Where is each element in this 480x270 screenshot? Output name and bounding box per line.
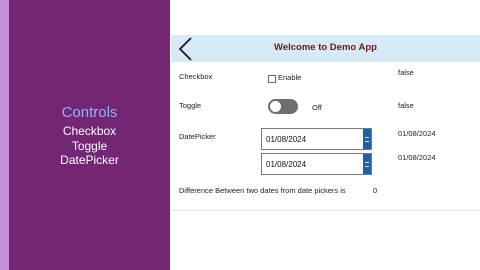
calendar-icon[interactable] — [363, 129, 371, 149]
slide-topic-datepicker: DatePicker — [60, 153, 119, 167]
enable-checkbox-label[interactable]: Enable — [278, 73, 301, 82]
date-picker-2-value: 01/08/2024 — [266, 160, 307, 169]
checkbox-value: false — [398, 68, 414, 77]
demo-app-screen: Welcome to Demo App Checkbox Enable fals… — [171, 35, 480, 211]
app-title: Welcome to Demo App — [274, 42, 377, 53]
datepicker-row-label: DatePicker — [179, 132, 216, 141]
date-1-value: 01/08/2024 — [398, 129, 436, 138]
toggle-row-label: Toggle — [179, 101, 202, 110]
toggle-switch[interactable] — [268, 99, 298, 114]
slide-topic-list: Checkbox Toggle DatePicker — [9, 124, 170, 168]
slide-accent-stripe — [0, 0, 9, 270]
checkbox-row-label: Checkbox — [179, 72, 213, 81]
slide-topic-toggle: Toggle — [71, 138, 108, 153]
date-picker-1[interactable]: 01/08/2024 — [261, 128, 372, 150]
calendar-icon[interactable] — [363, 154, 371, 174]
app-header: Welcome to Demo App — [171, 35, 480, 62]
slide-topic-checkbox: Checkbox — [62, 124, 117, 138]
difference-value: 0 — [373, 186, 378, 195]
toggle-state-text: Off — [312, 103, 322, 112]
date-2-value: 01/08/2024 — [398, 153, 436, 162]
slide-title: Controls — [61, 104, 118, 121]
date-picker-2[interactable]: 01/08/2024 — [261, 153, 372, 175]
date-picker-1-value: 01/08/2024 — [266, 135, 307, 144]
difference-label: Difference Between two dates from date p… — [179, 186, 346, 195]
toggle-knob — [270, 101, 281, 112]
enable-checkbox[interactable] — [268, 75, 276, 83]
toggle-value: false — [398, 101, 414, 110]
